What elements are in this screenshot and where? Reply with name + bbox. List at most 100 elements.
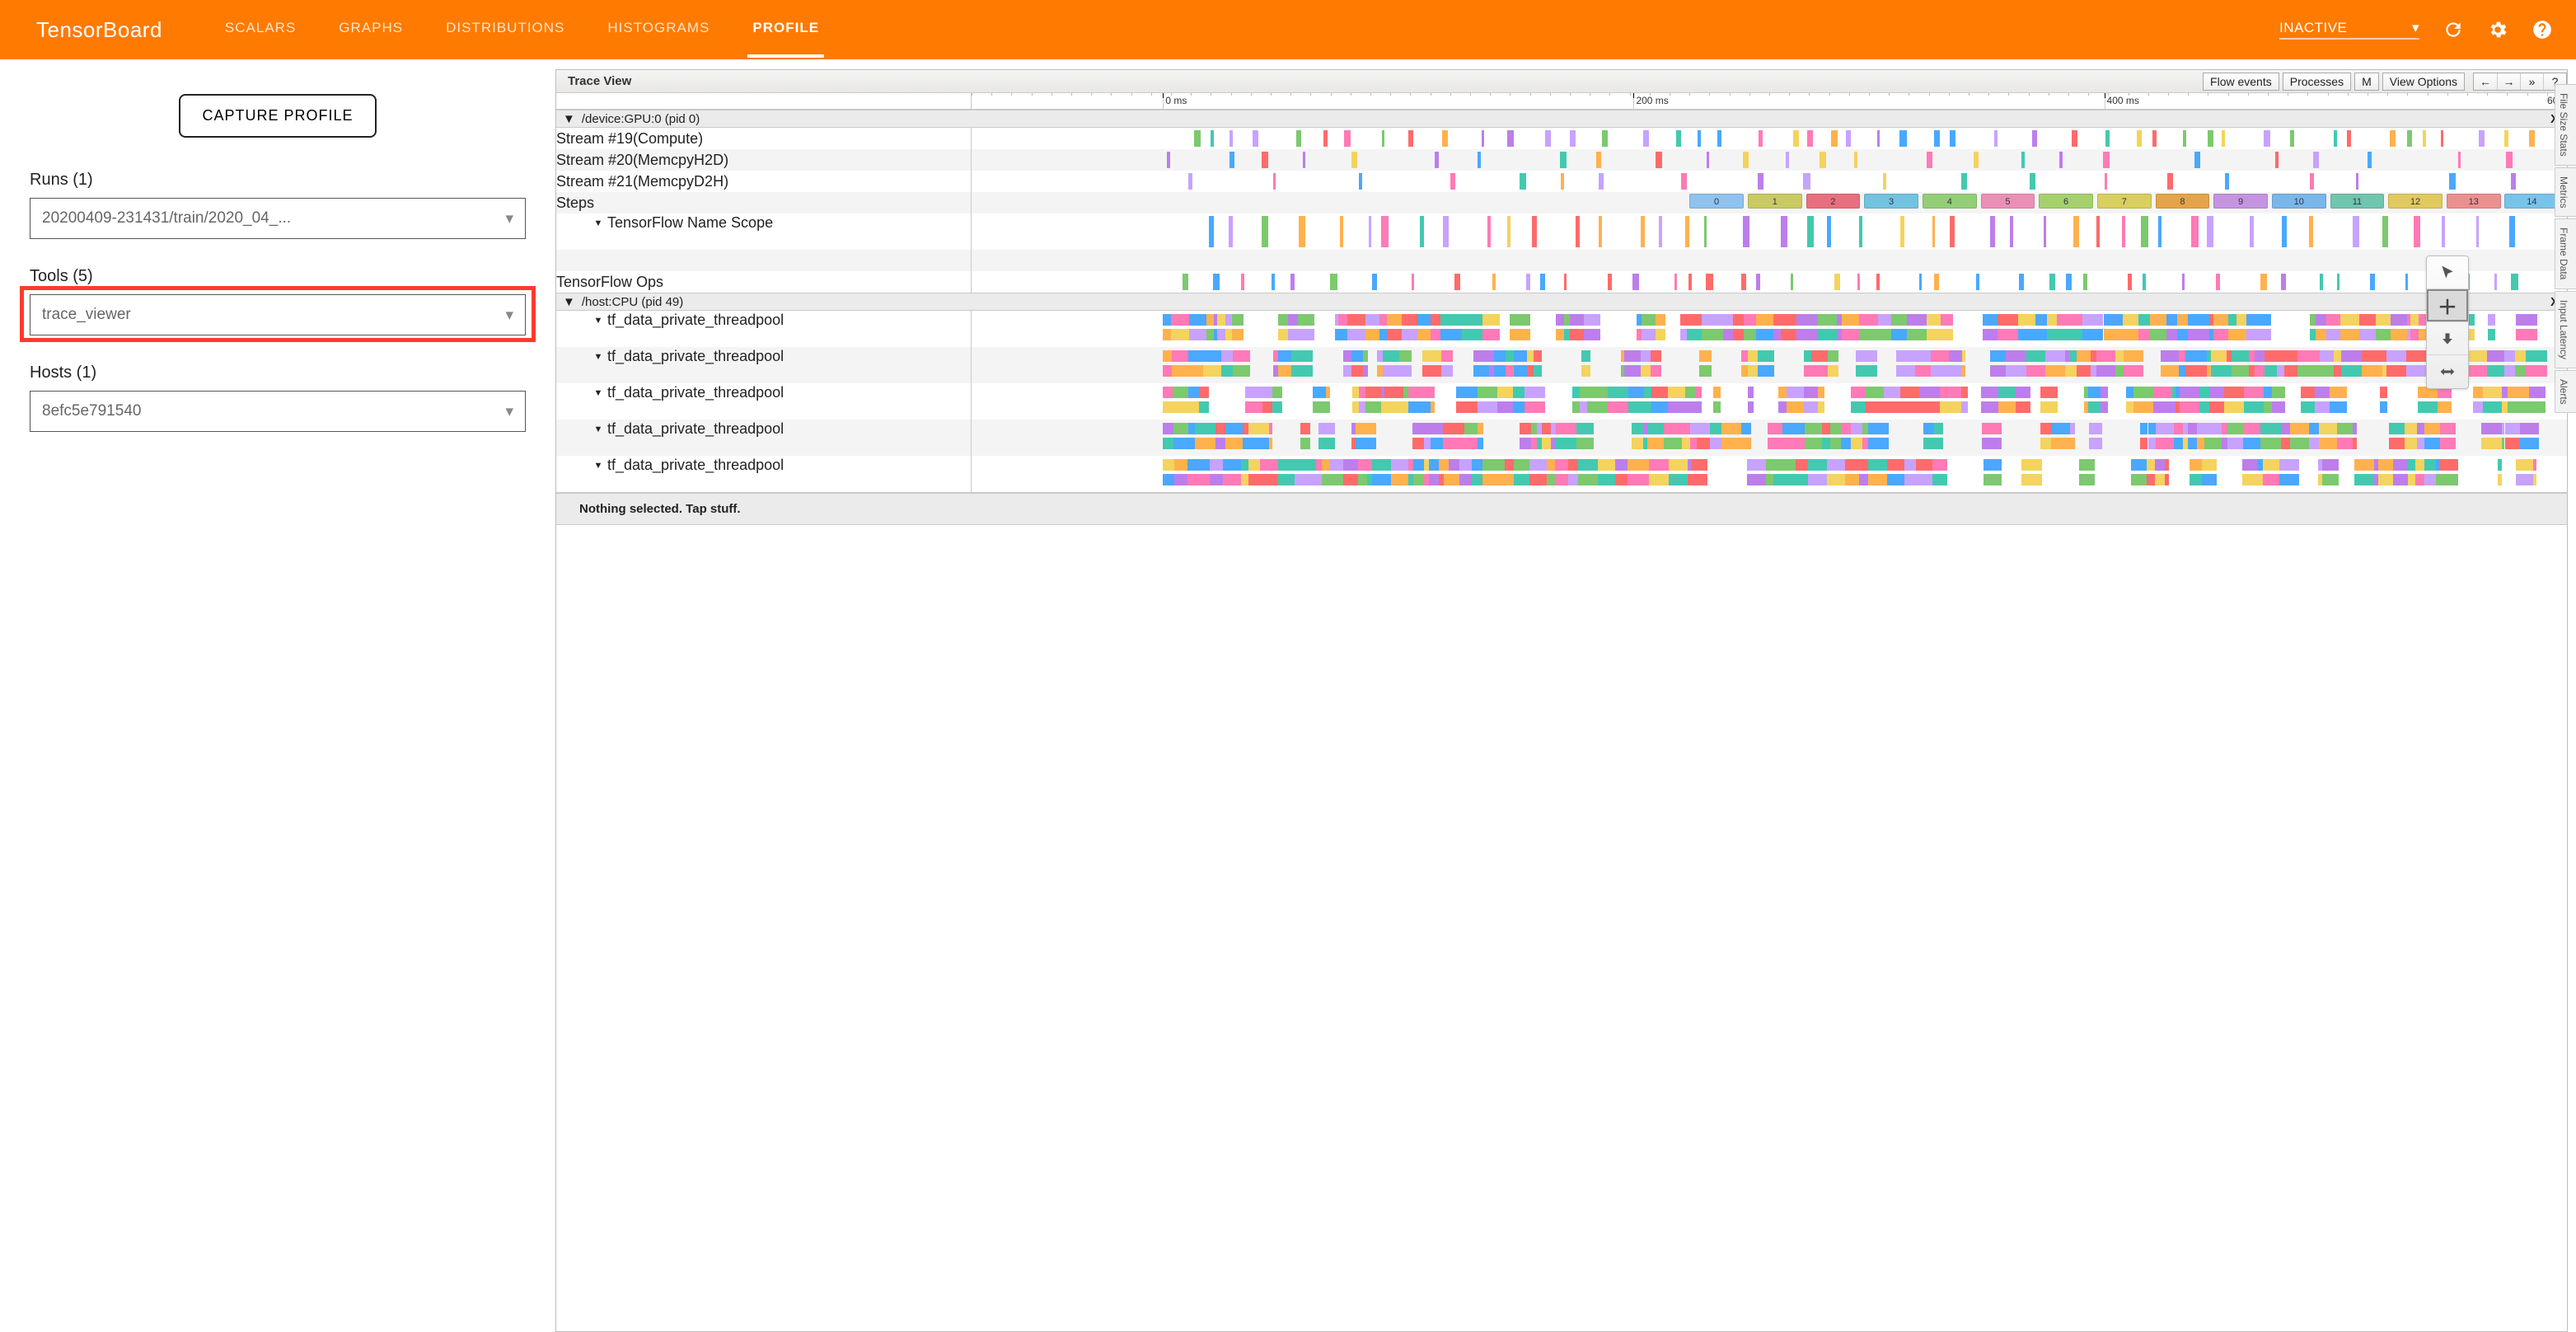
track-line[interactable] [972, 271, 2567, 293]
tab-distributions[interactable]: DISTRIBUTIONS [441, 2, 569, 58]
step-chip[interactable]: 12 [2388, 194, 2443, 209]
tab-scalars[interactable]: SCALARS [220, 2, 301, 58]
collapse-icon[interactable]: ▼ [556, 112, 582, 126]
settings-icon[interactable] [2487, 19, 2508, 40]
tab-histograms[interactable]: HISTOGRAMS [602, 2, 714, 58]
side-tab-alerts[interactable]: Alerts [2555, 370, 2576, 414]
ruler-tick: 0 ms [1165, 95, 1187, 106]
track-name [556, 250, 971, 271]
tag-selector-label: INACTIVE [2279, 20, 2347, 36]
trace-panel: Trace View Flow eventsProcessesMView Opt… [555, 69, 2568, 1332]
hosts-select-value: 8efc5e791540 [42, 402, 141, 420]
track-label: tf_data_private_threadpool [607, 348, 784, 364]
toolbar-m[interactable]: M [2354, 73, 2379, 91]
track-line[interactable] [972, 250, 2567, 271]
track-label: Stream #19(Compute) [556, 130, 703, 147]
step-chip[interactable]: 7 [2097, 194, 2152, 209]
toolbar-processes[interactable]: Processes [2283, 73, 2351, 91]
hosts-select[interactable]: 8efc5e791540 ▾ [30, 391, 526, 432]
track-name: ▼tf_data_private_threadpool [556, 383, 971, 420]
chevron-down-icon[interactable]: ▼ [589, 420, 607, 439]
toolbar-nav[interactable]: → [2497, 73, 2520, 90]
track-label: TensorFlow Name Scope [607, 214, 773, 231]
chevron-down-icon[interactable]: ▼ [589, 348, 607, 366]
step-chip[interactable]: 10 [2272, 194, 2326, 209]
selection-status: Nothing selected. Tap stuff. [556, 494, 2567, 525]
step-chip[interactable]: 6 [2039, 194, 2093, 209]
trace-nav: ←→»? [2473, 73, 2567, 91]
track-line[interactable] [972, 128, 2567, 149]
step-chip[interactable]: 1 [1748, 194, 1802, 209]
trace-title: Trace View [556, 73, 643, 90]
track-line[interactable]: 0123456789101112131415161718 [972, 192, 2567, 213]
highlight-annotation [20, 286, 536, 342]
tag-selector[interactable]: INACTIVE ▾ [2279, 20, 2419, 40]
scroll-down-tool[interactable] [2427, 322, 2468, 355]
process-header: ▼/device:GPU:0 (pid 0)X [556, 110, 2567, 128]
hosts-label: Hosts (1) [30, 363, 526, 382]
capture-profile-button[interactable]: CAPTURE PROFILE [179, 94, 376, 138]
side-tabs: File Size StatsMetricsFrame Data Input La… [2555, 84, 2576, 415]
help-icon[interactable] [2532, 19, 2553, 40]
track-name: Stream #21(MemcpyD2H) [556, 171, 971, 192]
side-tab-input-latency[interactable]: Input Latency [2555, 291, 2576, 368]
track-line[interactable] [972, 383, 2567, 420]
track-line[interactable] [972, 171, 2567, 192]
sidebar: CAPTURE PROFILE Runs (1) 20200409-231431… [0, 59, 555, 1332]
zoom-tool[interactable]: ＋ [2427, 289, 2468, 322]
track-line[interactable] [972, 347, 2567, 383]
step-chip[interactable]: 14 [2504, 194, 2559, 209]
step-chip[interactable]: 4 [1923, 194, 1977, 209]
process-title: /device:GPU:0 (pid 0) [582, 112, 700, 126]
step-chip[interactable]: 2 [1806, 194, 1861, 209]
track-line[interactable] [972, 311, 2567, 347]
step-chip[interactable]: 3 [1864, 194, 1918, 209]
side-tab-frame-data[interactable]: Frame Data [2555, 218, 2576, 288]
horizontal-tool[interactable] [2427, 355, 2468, 388]
track-name: Steps [556, 192, 971, 213]
primary-tabs: SCALARS GRAPHS DISTRIBUTIONS HISTOGRAMS PROF… [220, 2, 824, 58]
track-line[interactable] [972, 213, 2567, 250]
chevron-down-icon: ▾ [505, 402, 513, 421]
track-name: ▼tf_data_private_threadpool [556, 311, 971, 347]
track-label: Stream #20(MemcpyH2D) [556, 152, 728, 168]
track-line[interactable] [972, 149, 2567, 171]
track-line[interactable] [972, 456, 2567, 492]
step-chip[interactable]: 11 [2330, 194, 2385, 209]
track-name: ▼tf_data_private_threadpool [556, 347, 971, 383]
nav-toolbox: ＋ [2426, 256, 2469, 389]
app-logo: TensorBoard [36, 17, 162, 43]
toolbar-flow-events[interactable]: Flow events [2203, 73, 2279, 91]
toolbar-view-options[interactable]: View Options [2382, 73, 2465, 91]
chevron-down-icon[interactable]: ▼ [589, 457, 607, 475]
chevron-down-icon[interactable]: ▼ [589, 384, 607, 402]
track-line[interactable] [972, 420, 2567, 456]
runs-select[interactable]: 20200409-231431/train/2020_04_... ▾ [30, 198, 526, 239]
chevron-down-icon[interactable]: ▼ [589, 312, 607, 330]
toolbar-nav[interactable]: » [2520, 73, 2543, 90]
chevron-down-icon[interactable]: ▼ [589, 214, 607, 232]
step-chip[interactable]: 13 [2447, 194, 2501, 209]
step-chip[interactable]: 9 [2213, 194, 2268, 209]
refresh-icon[interactable] [2443, 19, 2464, 40]
tab-profile[interactable]: PROFILE [747, 2, 824, 58]
tools-label: Tools (5) [30, 267, 526, 286]
track-name: ▼tf_data_private_threadpool [556, 420, 971, 456]
track-label: tf_data_private_threadpool [607, 457, 784, 473]
process-header: ▼/host:CPU (pid 49)X [556, 293, 2567, 311]
track-name: Stream #20(MemcpyH2D) [556, 149, 971, 171]
trace-toolbar: Trace View Flow eventsProcessesMView Opt… [556, 70, 2567, 93]
collapse-icon[interactable]: ▼ [556, 295, 582, 309]
step-chip[interactable]: 5 [1981, 194, 2035, 209]
step-chip[interactable]: 0 [1689, 194, 1744, 209]
side-tab-file-size-stats[interactable]: File Size Stats [2555, 84, 2576, 166]
app-header: TensorBoard SCALARS GRAPHS DISTRIBUTIONS HI… [0, 0, 2576, 59]
step-chip[interactable]: 8 [2156, 194, 2210, 209]
side-tab-metrics[interactable]: Metrics [2555, 167, 2576, 218]
toolbar-nav[interactable]: ← [2474, 73, 2497, 90]
ruler-tick: 200 ms [1636, 95, 1668, 106]
track-label: TensorFlow Ops [556, 274, 663, 290]
pointer-tool[interactable] [2427, 256, 2468, 289]
tab-graphs[interactable]: GRAPHS [334, 2, 408, 58]
ruler: 600 0 ms200 ms400 ms [556, 93, 2567, 110]
